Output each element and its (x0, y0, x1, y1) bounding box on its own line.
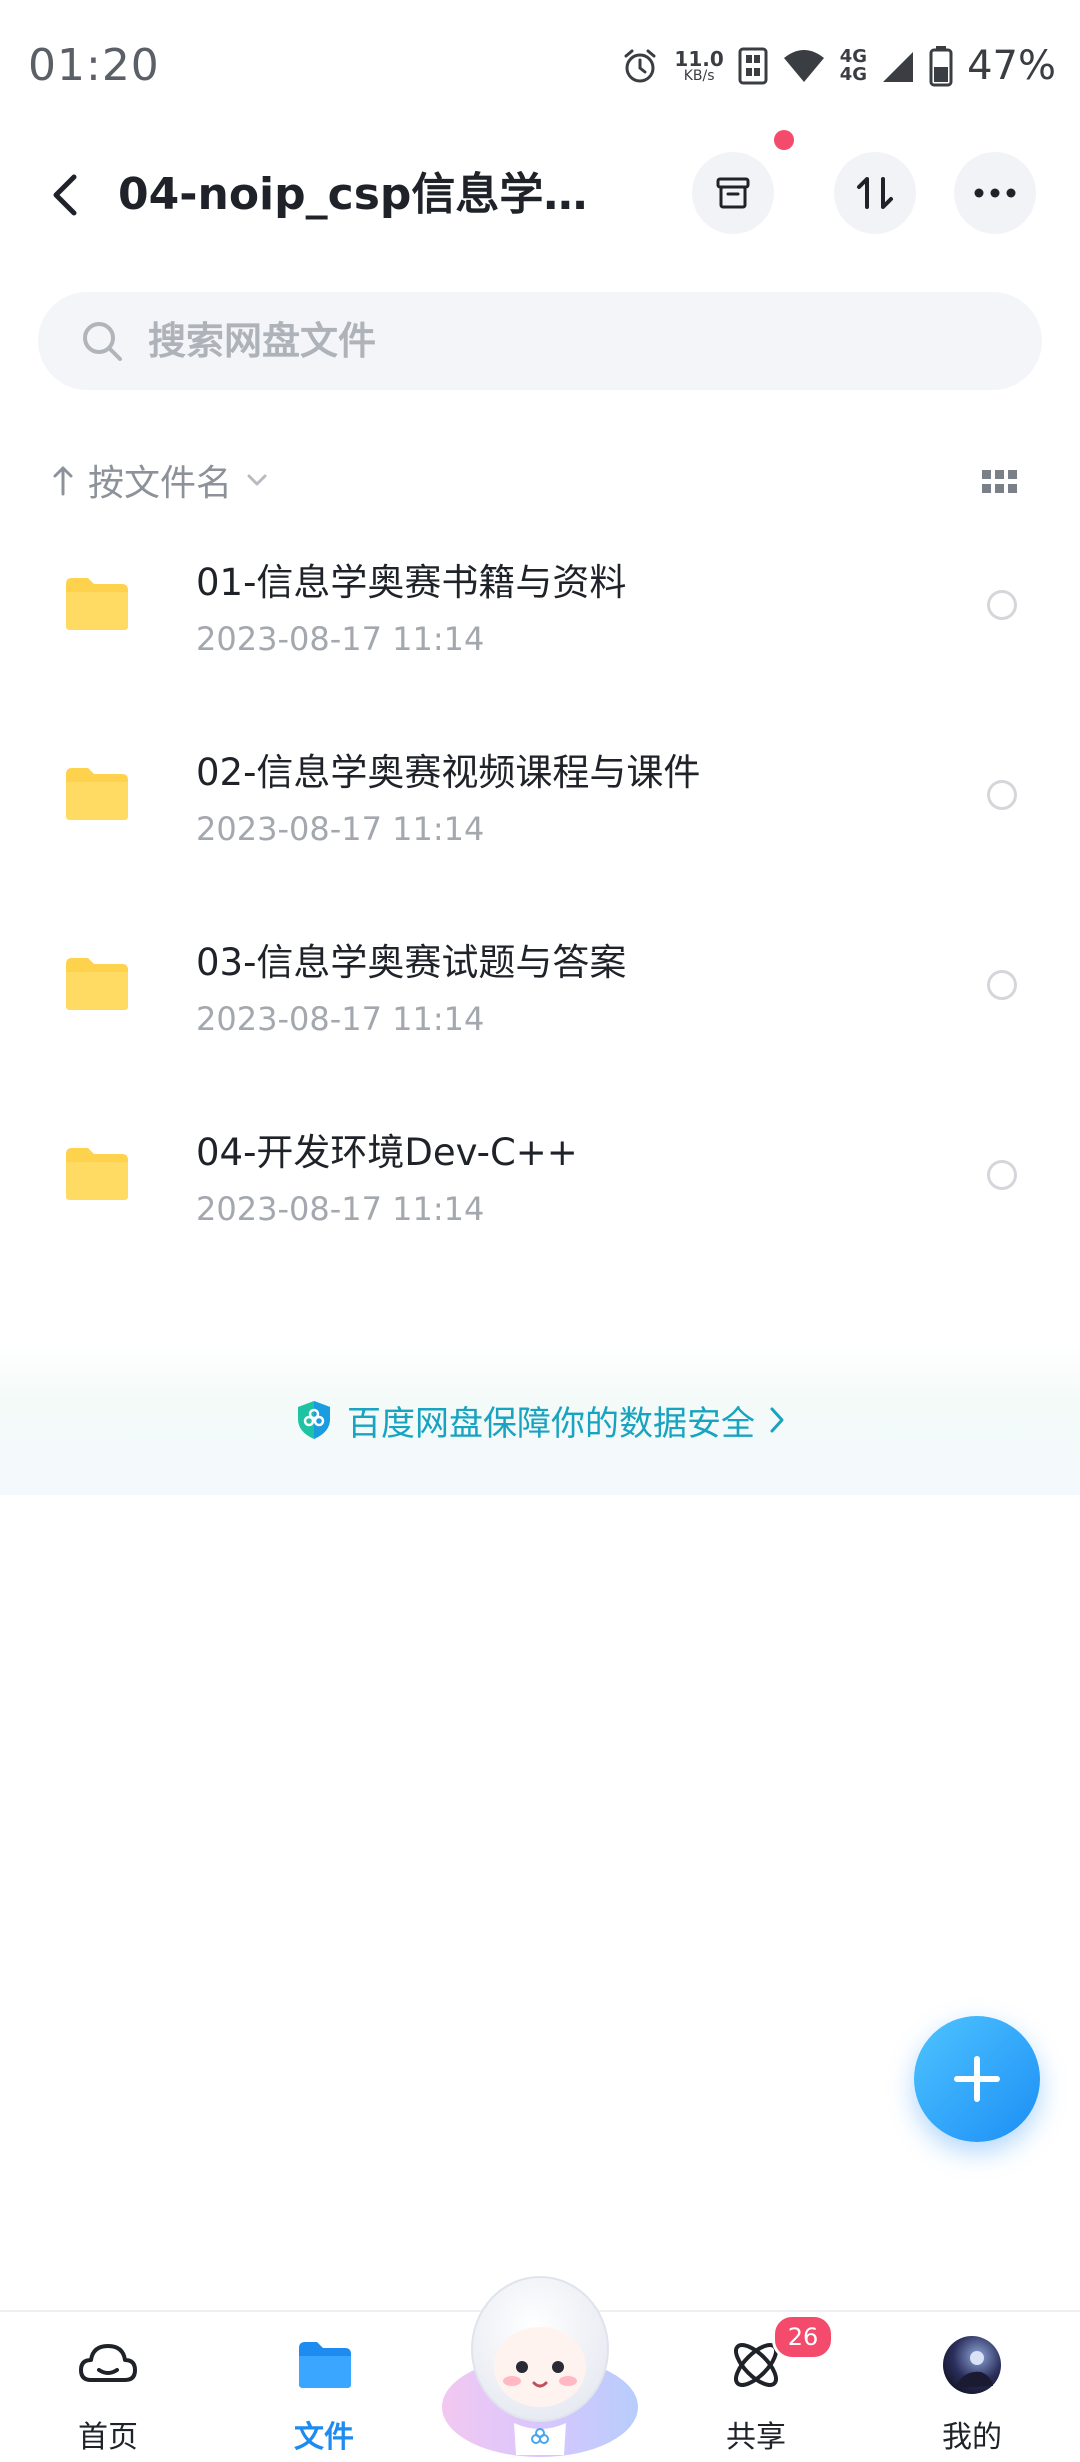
transfer-button[interactable] (834, 152, 916, 234)
alarm-icon (624, 49, 656, 83)
list-item[interactable]: 03-信息学奥赛试题与答案 2023-08-17 11:14 (0, 910, 1080, 1100)
mascot-center-button[interactable] (438, 2255, 642, 2460)
folder-icon (66, 578, 128, 630)
list-item[interactable]: 01-信息学奥赛书籍与资料 2023-08-17 11:14 (0, 530, 1080, 720)
chevron-down-icon (247, 474, 267, 486)
folder-icon (66, 958, 128, 1010)
archive-button[interactable] (692, 152, 774, 234)
file-date: 2023-08-17 11:14 (196, 1190, 485, 1228)
list-item[interactable]: 02-信息学奥赛视频课程与课件 2023-08-17 11:14 (0, 720, 1080, 910)
list-item[interactable]: 04-开发环境Dev-C++ 2023-08-17 11:14 (0, 1100, 1080, 1290)
chevron-right-icon (770, 1407, 784, 1433)
more-icon (974, 188, 1016, 198)
network-type-2: 4G (839, 64, 868, 85)
battery-icon (929, 46, 953, 87)
net-speed: 11.0 KB/s (674, 49, 723, 83)
share-badge: 26 (772, 2314, 834, 2360)
file-list: 01-信息学奥赛书籍与资料 2023-08-17 11:14 02-信息学奥赛视… (0, 530, 1080, 1290)
search-input[interactable] (146, 318, 950, 364)
folder-icon (299, 2342, 351, 2388)
select-radio[interactable] (987, 590, 1017, 620)
safety-text: 百度网盘保障你的数据安全 (347, 1403, 755, 1444)
file-name: 02-信息学奥赛视频课程与课件 (196, 751, 701, 794)
avatar-icon (943, 2336, 1001, 2394)
chevron-left-icon (53, 174, 77, 216)
nav-home[interactable]: 首页 (0, 2312, 216, 2462)
folder-icon (66, 1148, 128, 1200)
search-icon (83, 322, 122, 361)
status-bar: 01:20 11.0 KB/s 4G 4G 47% (0, 0, 1080, 130)
notification-dot (774, 130, 794, 150)
sort-arrow-up-icon (53, 466, 73, 496)
more-button[interactable] (954, 152, 1036, 234)
net-speed-value: 11.0 (674, 47, 724, 71)
grid-view-icon[interactable] (980, 462, 1020, 502)
nfc-icon (738, 47, 768, 85)
nav-label: 我的 (942, 2420, 1002, 2455)
nav-label: 文件 (294, 2420, 354, 2455)
transfer-icon (857, 177, 893, 209)
plus-icon (954, 2056, 1000, 2102)
battery-percent: 47% (967, 43, 1056, 89)
nav-mine[interactable]: 我的 (864, 2312, 1080, 2462)
file-name: 04-开发环境Dev-C++ (196, 1131, 578, 1174)
file-date: 2023-08-17 11:14 (196, 1000, 485, 1038)
file-name: 03-信息学奥赛试题与答案 (196, 941, 627, 984)
net-speed-unit: KB/s (683, 68, 715, 84)
folder-icon (66, 768, 128, 820)
file-date: 2023-08-17 11:14 (196, 620, 485, 658)
select-radio[interactable] (987, 780, 1017, 810)
status-time: 01:20 (28, 40, 160, 91)
page-title: 04-noip_csp信息学奥... (118, 169, 598, 220)
select-radio[interactable] (987, 1160, 1017, 1190)
data-safety-banner[interactable]: 百度网盘保障你的数据安全 (0, 1345, 1080, 1495)
back-button[interactable] (40, 160, 90, 230)
nav-label: 首页 (78, 2420, 138, 2455)
file-name: 01-信息学奥赛书籍与资料 (196, 561, 627, 604)
network-type: 4G 4G (840, 48, 867, 84)
search-bar[interactable] (38, 292, 1042, 390)
status-icons: 11.0 KB/s 4G 4G 47% (620, 38, 1056, 94)
wifi-icon (783, 50, 824, 82)
archive-icon (716, 177, 750, 209)
shield-icon (298, 1401, 330, 1439)
file-date: 2023-08-17 11:14 (196, 810, 485, 848)
add-button[interactable] (914, 2016, 1040, 2142)
signal-icon (883, 52, 914, 82)
sort-label: 按文件名 (88, 463, 233, 504)
home-cloud-icon (79, 2344, 137, 2382)
header: 04-noip_csp信息学奥... (0, 130, 1080, 260)
nav-share[interactable]: 26 共享 (648, 2312, 864, 2462)
nav-files[interactable]: 文件 (216, 2312, 432, 2462)
sort-selector[interactable]: 按文件名 (52, 448, 268, 512)
nav-label: 共享 (726, 2420, 786, 2455)
select-radio[interactable] (987, 970, 1017, 1000)
